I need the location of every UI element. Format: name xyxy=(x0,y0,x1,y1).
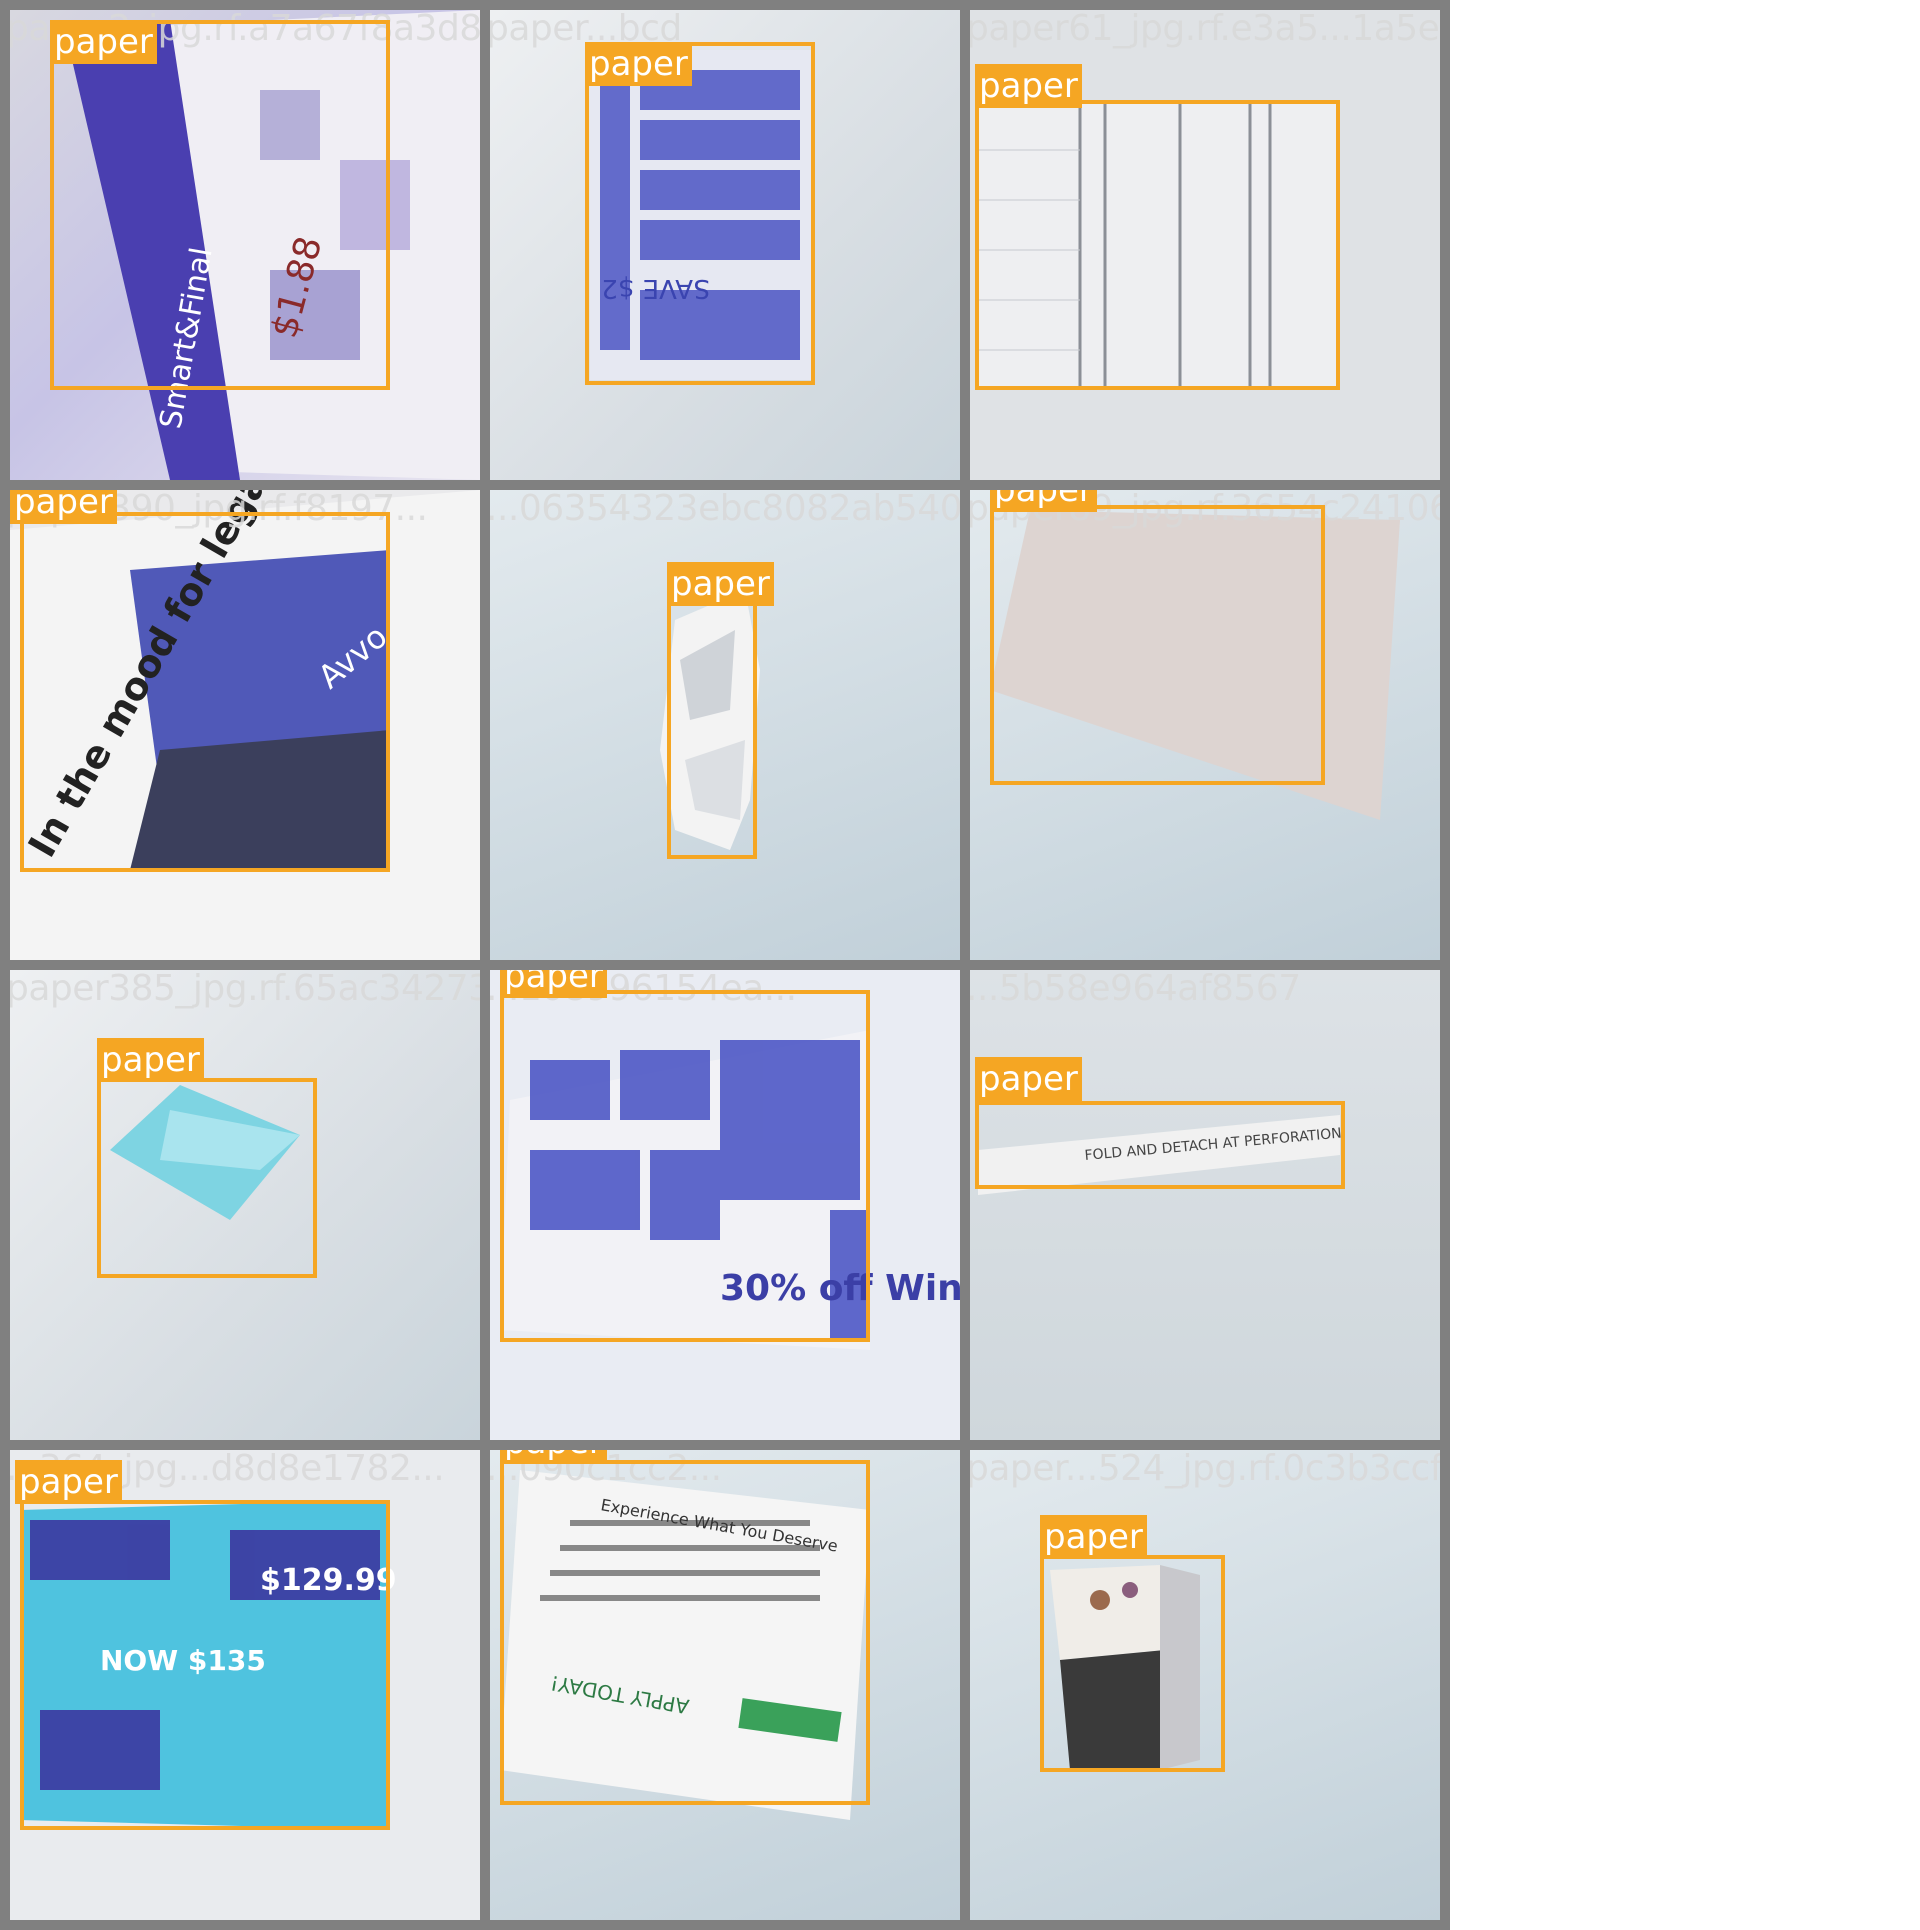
tile-4: In the mood for legal? Avvo paper390_jpg… xyxy=(0,480,490,970)
class-tag: paper xyxy=(975,64,1082,108)
tile-3: paper61_jpg.rf.e3a5...1a5e45a8747fcd pap… xyxy=(960,0,1450,490)
tile-12: paper...524_jpg.rf.0c3b3ccf57e87ee6dd6a6… xyxy=(960,1440,1450,1930)
class-tag: paper xyxy=(50,20,157,64)
bounding-box xyxy=(97,1078,317,1278)
class-tag: paper xyxy=(97,1038,204,1082)
class-tag: paper xyxy=(10,490,117,524)
class-tag: paper xyxy=(975,1057,1082,1101)
filename-label: paper385_jpg.rf.65ac34273e... xyxy=(6,968,490,1009)
filename-label: paper61_jpg.rf.e3a5...1a5e45a8747fcd xyxy=(966,8,1450,49)
filename-label: ...06354323ebc8082ab5404592... xyxy=(486,488,963,529)
detection-mosaic: Smart&Final $1.88 paper2_jpg.rf.a7a67f8a… xyxy=(0,0,1920,1930)
bounding-box xyxy=(990,505,1325,785)
tile-1: Smart&Final $1.88 paper2_jpg.rf.a7a67f8a… xyxy=(0,0,490,490)
bounding-box xyxy=(20,512,390,872)
tile-7: paper385_jpg.rf.65ac34273e... paper xyxy=(0,960,490,1450)
tile-11: Experience What You Deserve APPLY TODAY!… xyxy=(480,1440,970,1930)
tile-9: FOLD AND DETACH AT PERFORATION ...5b58e9… xyxy=(960,960,1450,1450)
class-tag: paper xyxy=(500,970,607,998)
class-tag: paper xyxy=(15,1460,122,1504)
bounding-box xyxy=(500,990,870,1342)
bounding-box xyxy=(667,602,757,859)
tile-6: paper89_jpg.rf.3654c24106ea3fd017c1d0863… xyxy=(960,480,1450,970)
tile-photo: FOLD AND DETACH AT PERFORATION xyxy=(970,970,1440,1440)
class-tag: paper xyxy=(667,562,774,606)
tile-5: ...06354323ebc8082ab5404592... paper xyxy=(480,480,970,970)
filename-label: paper...524_jpg.rf.0c3b3ccf57e87ee6dd6a6… xyxy=(966,1448,1443,1489)
tile-8: 30% off Wine ...108996154ea... paper xyxy=(480,960,970,1450)
class-tag: paper xyxy=(500,1450,607,1464)
class-tag: paper xyxy=(585,42,692,86)
bounding-box xyxy=(50,20,390,390)
tile-2: SAVE $2 paper...bcd paper xyxy=(480,0,970,490)
bounding-box xyxy=(20,1500,390,1830)
tile-10: $129.99 NOW $135 ...364_jpg...d8d8e1782.… xyxy=(0,1440,490,1930)
bounding-box xyxy=(585,42,815,385)
class-tag: paper xyxy=(1040,1515,1147,1559)
class-tag: paper xyxy=(990,490,1097,512)
bounding-box xyxy=(500,1460,870,1805)
bounding-box xyxy=(1040,1555,1225,1772)
filename-label: ...5b58e964af8567 xyxy=(966,968,1301,1009)
strip-graphic: FOLD AND DETACH AT PERFORATION xyxy=(978,1115,1342,1195)
bounding-box xyxy=(975,1101,1345,1189)
bounding-box xyxy=(975,100,1340,390)
